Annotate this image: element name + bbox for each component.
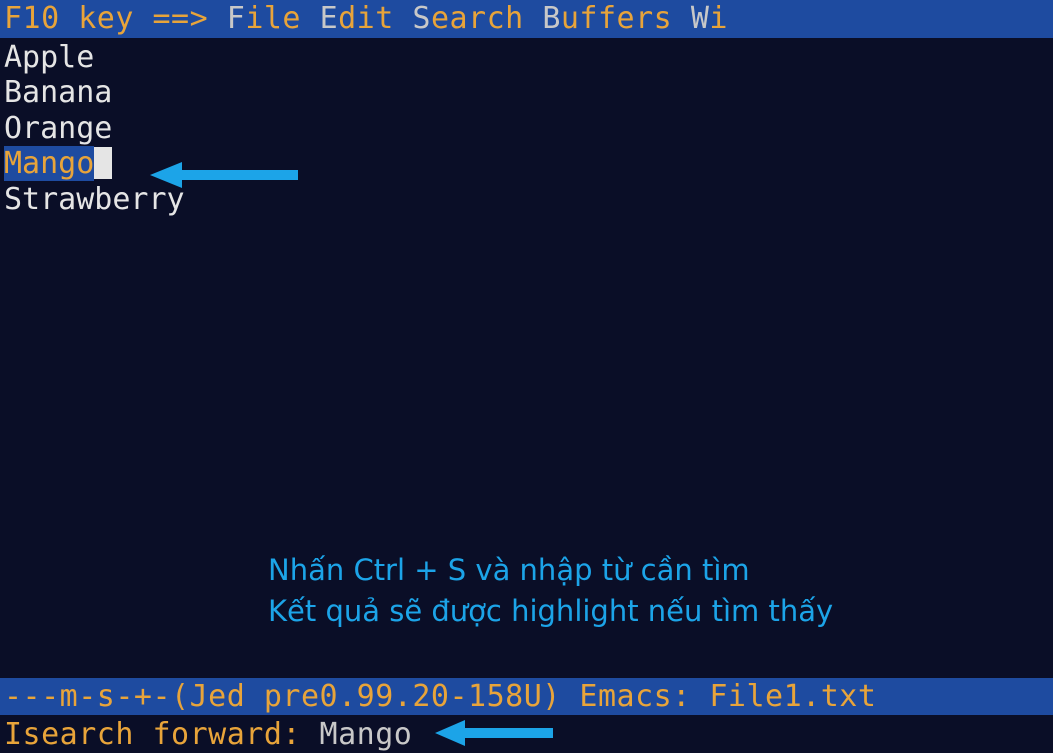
instruction-text: Nhấn Ctrl + S và nhập từ cần tìm Kết quả… (268, 550, 833, 631)
editor-line: Banana (4, 75, 1049, 110)
statusbar: ---m-s-+-(Jed pre0.99.20-158U) Emacs: Fi… (0, 678, 1053, 715)
arrow-left-icon (150, 160, 300, 190)
menu-spacer (672, 1, 691, 36)
editor-line: Apple (4, 40, 1049, 75)
menu-spacer (524, 1, 543, 36)
menu-file[interactable]: File (227, 1, 301, 36)
minibuffer-prompt: Isearch forward: (4, 717, 320, 752)
menu-edit[interactable]: Edit (320, 1, 394, 36)
menu-file-hotkey: F (227, 1, 246, 36)
statusbar-text: ---m-s-+-(Jed pre0.99.20-158U) Emacs: Fi… (4, 679, 876, 714)
minibuffer-query: Mango (320, 717, 413, 752)
menu-spacer (394, 1, 413, 36)
menu-edit-rest: dit (338, 1, 394, 36)
editor-line: Orange (4, 111, 1049, 146)
menubar[interactable]: F10 key ==> File Edit Search Buffers Wi (0, 0, 1053, 38)
menu-search[interactable]: Search (412, 1, 523, 36)
menu-spacer (301, 1, 320, 36)
menu-buffers-hotkey: B (542, 1, 561, 36)
search-match-highlight: Mango (4, 146, 94, 181)
menu-file-rest: ile (245, 1, 301, 36)
menu-search-rest: earch (431, 1, 524, 36)
menu-windows-rest: i (709, 1, 728, 36)
menubar-prefix: F10 key ==> (4, 1, 227, 36)
arrow-left-icon (435, 719, 555, 747)
instruction-line-1: Nhấn Ctrl + S và nhập từ cần tìm (268, 550, 833, 591)
editor-area[interactable]: Apple Banana Orange Mango Strawberry (0, 38, 1053, 219)
minibuffer[interactable]: Isearch forward: Mango (0, 716, 1053, 753)
instruction-line-2: Kết quả sẽ được highlight nếu tìm thấy (268, 591, 833, 632)
text-cursor (94, 147, 112, 179)
menu-windows-hotkey: W (691, 1, 710, 36)
menu-buffers-rest: uffers (561, 1, 672, 36)
menu-buffers[interactable]: Buffers (542, 1, 672, 36)
menu-edit-hotkey: E (320, 1, 339, 36)
menu-windows[interactable]: Wi (691, 1, 728, 36)
menu-search-hotkey: S (412, 1, 431, 36)
